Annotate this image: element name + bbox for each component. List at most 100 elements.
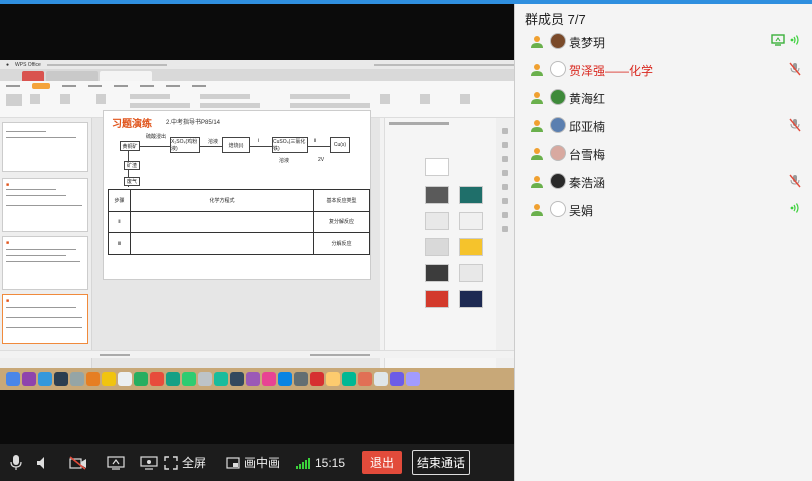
dock-app-icon[interactable] [214,372,228,386]
slide-thumb[interactable] [2,122,88,172]
dock-app-icon[interactable] [342,372,356,386]
template-thumb[interactable] [459,290,483,308]
slide-thumbnails: ■ ■ ■ [0,118,92,378]
speaker-button[interactable] [28,444,58,481]
template-thumb[interactable] [459,212,483,230]
dock-app-icon[interactable] [406,372,420,386]
template-thumb[interactable] [425,264,449,282]
ribbon-tool-icon[interactable] [460,94,470,104]
ribbon-para-row[interactable] [200,103,260,108]
dock-app-icon[interactable] [230,372,244,386]
ribbon-para-row[interactable] [200,94,250,99]
dock-app-icon[interactable] [294,372,308,386]
ribbon-tool-icon[interactable] [30,94,40,104]
ribbon-tab[interactable] [114,84,128,87]
toolbar-icon[interactable] [502,198,508,204]
wps-home-tab[interactable] [22,71,44,81]
dock-app-icon[interactable] [262,372,276,386]
ribbon-tool-icon[interactable] [96,94,106,104]
apple-icon: ● [6,61,10,68]
toolbar-icon[interactable] [502,184,508,190]
dock-app-icon[interactable] [118,372,132,386]
toolbar-icon[interactable] [502,226,508,232]
member-row[interactable]: 秦浩涵 [515,168,812,196]
ribbon-paste-icon[interactable] [6,94,22,106]
video-call-window: ● WPS Office ■ ■ ■ 习题演练 2.中考指导书P85/14 黄铜… [0,0,812,481]
wps-doc-tab-active[interactable] [100,71,152,81]
camera-off-button[interactable] [58,444,98,481]
screen-share-icon [771,34,785,46]
ribbon-shape-row[interactable] [290,94,350,99]
member-row[interactable]: 贺泽强——化学 [515,56,812,84]
toolbar-icon[interactable] [502,128,508,134]
dock-app-icon[interactable] [102,372,116,386]
slide-thumb[interactable]: ■ [2,178,88,232]
slide-thumb-selected[interactable]: ■ [2,294,88,344]
dock-app-icon[interactable] [166,372,180,386]
wps-doc-tab[interactable] [46,71,98,81]
dock-app-icon[interactable] [150,372,164,386]
flow-box: 废气 [124,177,140,186]
ribbon-tab-start[interactable] [32,82,50,89]
dock-app-icon[interactable] [134,372,148,386]
member-row[interactable]: 吴娟 [515,196,812,224]
mic-button[interactable] [4,444,28,481]
dock-app-icon[interactable] [22,372,36,386]
template-thumb[interactable] [459,238,483,256]
presenter-button[interactable] [134,444,164,481]
ribbon-tool-icon[interactable] [60,94,70,104]
template-thumb[interactable] [425,186,449,204]
ribbon-font-field[interactable] [130,94,170,99]
end-call-button[interactable]: 结束通话 [412,450,471,475]
member-row[interactable]: 袁梦玥 [515,28,812,56]
dock-app-icon[interactable] [278,372,292,386]
member-row[interactable]: 台雪梅 [515,140,812,168]
dock-app-icon[interactable] [86,372,100,386]
dock-app-icon[interactable] [54,372,68,386]
member-role-icon [531,36,543,48]
dock-app-icon[interactable] [246,372,260,386]
dock-app-icon[interactable] [374,372,388,386]
ribbon-tool-icon[interactable] [380,94,390,104]
fullscreen-button[interactable]: 全屏 [164,444,226,481]
member-row[interactable]: 邱亚楠 [515,112,812,140]
slide-thumb[interactable]: ■ [2,236,88,290]
dock-app-icon[interactable] [310,372,324,386]
ribbon-tool-icon[interactable] [420,94,430,104]
member-row[interactable]: 黄海红 [515,84,812,112]
template-thumb[interactable] [459,186,483,204]
screen-share-button[interactable] [98,444,134,481]
speaker-icon [37,456,44,469]
ribbon-format-row[interactable] [130,103,190,108]
pip-label: 画中画 [244,456,281,470]
template-thumb[interactable] [425,238,449,256]
toolbar-icon[interactable] [502,142,508,148]
template-thumb[interactable] [425,290,449,308]
template-thumb[interactable] [425,212,449,230]
dock-app-icon[interactable] [38,372,52,386]
template-thumb[interactable] [459,264,483,282]
template-thumb[interactable] [425,158,449,176]
dock-app-icon[interactable] [182,372,196,386]
dock-app-icon[interactable] [6,372,20,386]
dock-app-icon[interactable] [326,372,340,386]
dock-app-icon[interactable] [198,372,212,386]
member-status-icons [789,62,801,76]
ribbon-tab[interactable] [166,84,180,87]
ribbon-tab[interactable] [6,84,20,87]
ribbon-shape-row[interactable] [290,103,370,108]
ribbon-tab[interactable] [88,84,102,87]
dock-app-icon[interactable] [70,372,84,386]
pip-button[interactable]: 画中画 [226,444,296,481]
toolbar-icon[interactable] [502,212,508,218]
dock-app-icon[interactable] [358,372,372,386]
dock-app-icon[interactable] [390,372,404,386]
toolbar-icon[interactable] [502,170,508,176]
toolbar-icon[interactable] [502,156,508,162]
ribbon-tab[interactable] [192,84,206,87]
ribbon-tab[interactable] [140,84,154,87]
members-title: 群成员 7/7 [525,12,586,27]
ribbon-tab[interactable] [62,84,76,87]
zoom-slider[interactable] [310,353,370,356]
quit-button[interactable]: 退出 [362,451,403,474]
